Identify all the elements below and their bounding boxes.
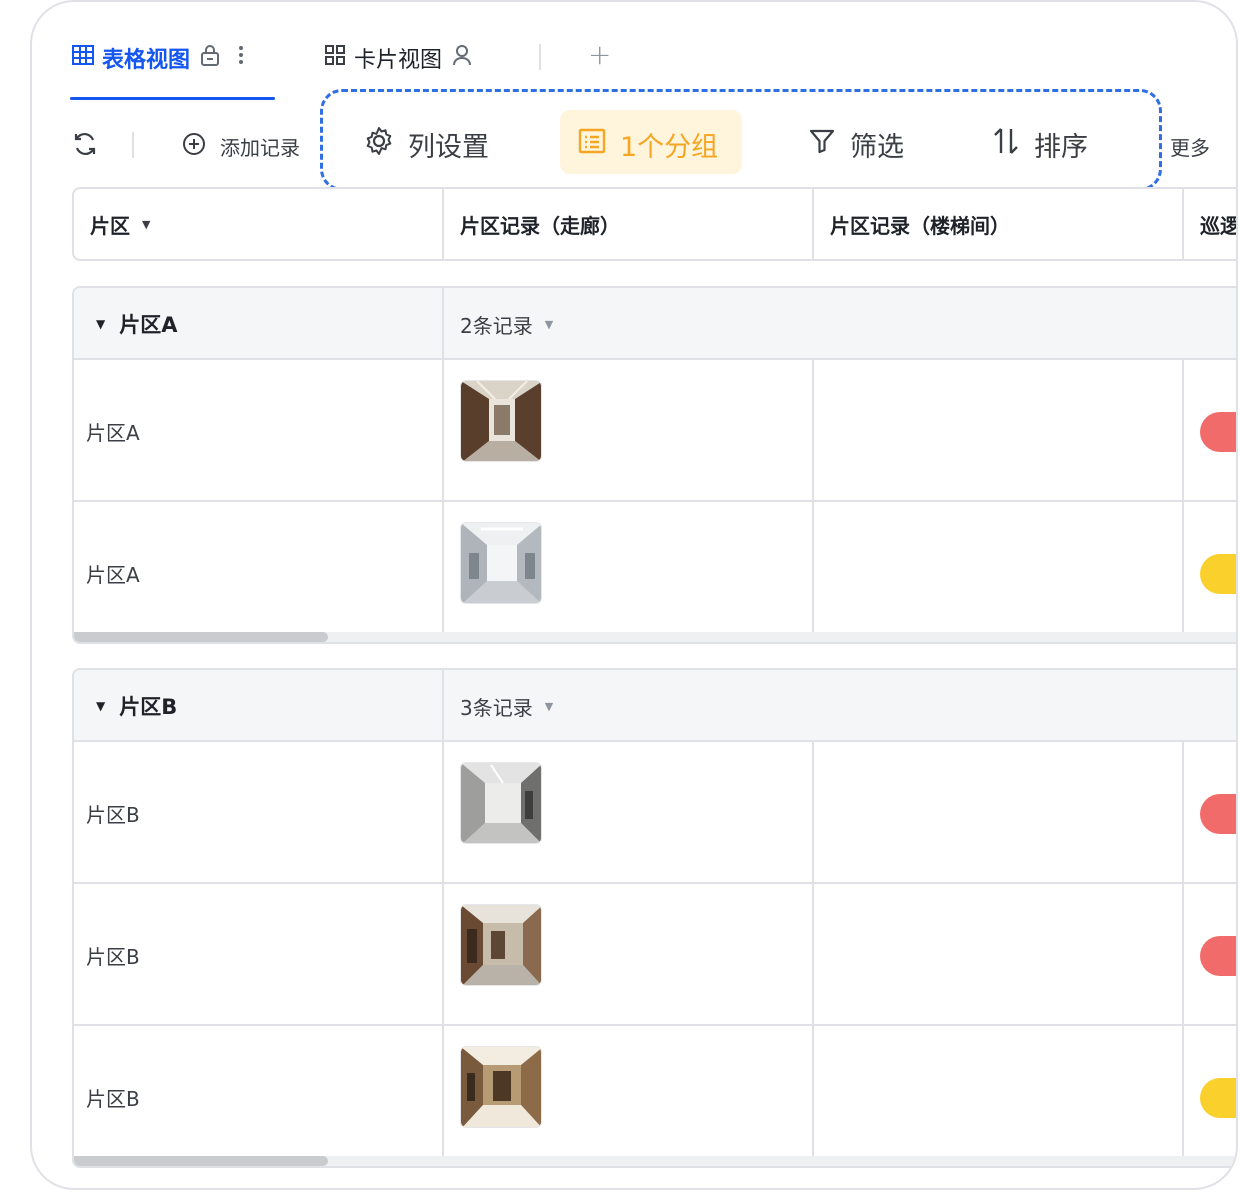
refresh-icon	[72, 131, 112, 162]
group-title: ▼ 片区B	[96, 670, 177, 742]
add-view-button[interactable]: +	[588, 38, 611, 71]
zone-cell: 片区A	[86, 420, 140, 445]
more-button[interactable]: 更多	[1170, 130, 1210, 162]
column-divider	[1182, 742, 1184, 882]
corridor-photo[interactable]	[460, 762, 542, 844]
group-count[interactable]: 2条记录 ▼	[460, 288, 553, 360]
group-name: 片区A	[119, 313, 178, 337]
corridor-photo[interactable]	[460, 1046, 542, 1128]
group-count-label: 3条记录	[460, 695, 533, 720]
scrollbar-thumb[interactable]	[74, 632, 328, 642]
column-divider	[442, 360, 444, 500]
group-zone-a: ▼ 片区A 2条记录 ▼ 片区A 片区A	[72, 286, 1236, 644]
toolbar-highlight-outline	[320, 89, 1162, 191]
table-row[interactable]: 片区B	[74, 1026, 1236, 1166]
column-divider	[442, 670, 444, 740]
column-header-zone[interactable]: 片区 ▼	[74, 189, 442, 259]
caret-down-icon[interactable]: ▼	[545, 318, 553, 331]
horizontal-scrollbar[interactable]	[74, 1156, 1236, 1166]
active-tab-indicator	[70, 97, 275, 100]
group-count-label: 2条记录	[460, 313, 533, 338]
tab-card-view-label: 卡片视图	[354, 48, 443, 73]
zone-cell: 片区B	[86, 944, 140, 969]
scrollbar-thumb[interactable]	[74, 1156, 328, 1166]
more-label: 更多	[1170, 135, 1210, 160]
group-title: ▼ 片区A	[96, 288, 178, 360]
app-window: 表格视图 卡片视图 + 添加记录 列设置 1个分组 筛选 排序 更多 片区 ▼ …	[30, 0, 1238, 1190]
lock-icon	[200, 44, 220, 72]
column-header-corridor[interactable]: 片区记录（走廊）	[444, 189, 812, 259]
toolbar-divider	[132, 132, 134, 158]
more-vertical-icon[interactable]	[238, 44, 244, 72]
collapse-triangle-icon[interactable]: ▼	[96, 317, 105, 331]
card-grid-icon	[324, 44, 346, 72]
column-divider	[1182, 884, 1184, 1024]
caret-down-icon[interactable]: ▼	[142, 218, 150, 231]
column-divider	[442, 502, 444, 642]
table-row[interactable]: 片区A	[74, 360, 1236, 502]
person-icon	[452, 44, 472, 72]
zone-cell: 片区B	[86, 1086, 140, 1111]
column-header-patrol[interactable]: 巡逻	[1184, 189, 1236, 259]
column-divider	[442, 884, 444, 1024]
zone-cell: 片区A	[86, 562, 140, 587]
column-divider	[812, 1026, 814, 1166]
collapse-triangle-icon[interactable]: ▼	[96, 699, 105, 713]
table-row[interactable]: 片区B	[74, 884, 1236, 1026]
status-badge[interactable]	[1200, 412, 1236, 452]
column-divider	[1182, 360, 1184, 500]
tab-divider	[539, 44, 541, 70]
refresh-button[interactable]	[72, 130, 112, 162]
column-divider	[812, 742, 814, 882]
column-divider	[812, 884, 814, 1024]
plus-circle-icon	[182, 132, 220, 161]
column-divider	[812, 360, 814, 500]
status-badge[interactable]	[1200, 794, 1236, 834]
tab-card-view[interactable]: 卡片视图	[324, 42, 472, 74]
corridor-photo[interactable]	[460, 522, 542, 604]
zone-cell: 片区B	[86, 802, 140, 827]
corridor-photo[interactable]	[460, 380, 542, 462]
tab-table-view-label: 表格视图	[102, 48, 191, 73]
column-divider	[1182, 1026, 1184, 1166]
caret-down-icon[interactable]: ▼	[545, 700, 553, 713]
table-row[interactable]: 片区A	[74, 502, 1236, 642]
add-record-label: 添加记录	[220, 135, 300, 160]
group-header[interactable]: ▼ 片区B 3条记录 ▼	[74, 670, 1236, 742]
table-row[interactable]: 片区B	[74, 742, 1236, 884]
table-header: 片区 ▼ 片区记录（走廊） 片区记录（楼梯间） 巡逻	[72, 187, 1236, 261]
column-header-zone-label: 片区	[90, 213, 130, 238]
horizontal-scrollbar[interactable]	[74, 632, 1236, 642]
column-header-stairwell[interactable]: 片区记录（楼梯间）	[814, 189, 1182, 259]
tab-table-view[interactable]: 表格视图	[72, 42, 244, 74]
column-divider	[1182, 502, 1184, 642]
table-grid-icon	[72, 45, 94, 71]
status-badge[interactable]	[1200, 554, 1236, 594]
status-badge[interactable]	[1200, 1078, 1236, 1118]
group-header[interactable]: ▼ 片区A 2条记录 ▼	[74, 288, 1236, 360]
group-name: 片区B	[119, 695, 178, 719]
column-divider	[442, 742, 444, 882]
group-zone-b: ▼ 片区B 3条记录 ▼ 片区B 片区B 片区B	[72, 668, 1236, 1168]
add-record-button[interactable]: 添加记录	[182, 130, 300, 162]
column-divider	[812, 502, 814, 642]
group-count[interactable]: 3条记录 ▼	[460, 670, 553, 742]
status-badge[interactable]	[1200, 936, 1236, 976]
corridor-photo[interactable]	[460, 904, 542, 986]
column-divider	[442, 288, 444, 358]
column-divider	[442, 1026, 444, 1166]
